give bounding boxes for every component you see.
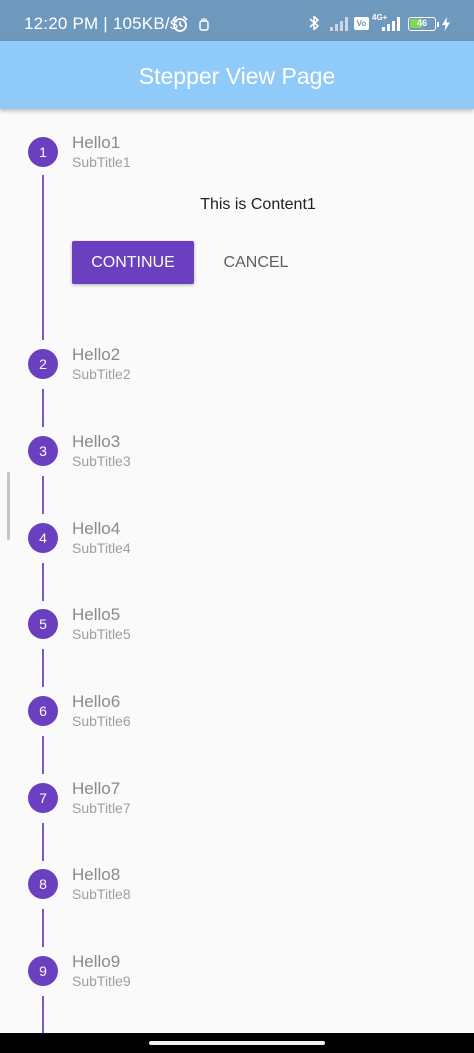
step-subtitle: SubTitle9 [72, 973, 131, 989]
step-connector-5 [42, 649, 44, 687]
step-number-badge: 4 [28, 523, 58, 553]
step-title: Hello5 [72, 605, 121, 624]
status-time-speed: 12:20 PM | 105KB/s [24, 14, 179, 33]
step-subtitle: SubTitle3 [72, 453, 131, 469]
cancel-button[interactable]: CANCEL [210, 241, 302, 284]
step-title: Hello4 [72, 519, 121, 538]
step-subtitle: SubTitle4 [72, 540, 131, 556]
step-number-badge: 1 [28, 137, 58, 167]
step-number-badge: 5 [28, 609, 58, 639]
step-subtitle: SubTitle8 [72, 886, 131, 902]
home-gesture-handle[interactable] [149, 1041, 325, 1045]
alarm-icon [172, 16, 188, 32]
step-connector-4 [42, 563, 44, 601]
step-number-badge: 2 [28, 349, 58, 379]
continue-button[interactable]: CONTINUE [72, 241, 194, 284]
step-connector-7 [42, 823, 44, 861]
signal-icon-secondary [330, 17, 348, 31]
step-title: Hello3 [72, 432, 121, 451]
step-connector-1 [42, 175, 44, 340]
step-number-badge: 9 [28, 956, 58, 986]
bluetooth-icon [309, 15, 319, 31]
step-number-badge: 6 [28, 696, 58, 726]
step-number-badge: 8 [28, 869, 58, 899]
step-subtitle: SubTitle6 [72, 713, 131, 729]
step-subtitle: SubTitle5 [72, 626, 131, 642]
step-connector-9 [42, 996, 44, 1033]
step-connector-3 [42, 476, 44, 514]
signal-icon [382, 17, 400, 31]
status-bar: 12:20 PM | 105KB/s Vo 4G+ 46 [0, 0, 474, 41]
app-bar: Stepper View Page [0, 41, 474, 109]
stepper: 1 Hello1 SubTitle1 This is Content1 CONT… [0, 109, 474, 1033]
page-title: Stepper View Page [138, 63, 336, 89]
notification-icon [199, 18, 209, 31]
charging-icon [442, 17, 450, 31]
step-subtitle: SubTitle7 [72, 800, 131, 816]
step-title: Hello8 [72, 865, 121, 884]
volte-badge: Vo [354, 17, 369, 30]
step-number-badge: 3 [28, 436, 58, 466]
step-number-badge: 7 [28, 783, 58, 813]
step-title: Hello1 [72, 133, 121, 152]
navigation-bar [0, 1033, 474, 1053]
step-subtitle: SubTitle2 [72, 366, 131, 382]
battery-level: 46 [416, 18, 427, 28]
step-title: Hello2 [72, 345, 121, 364]
step-title: Hello6 [72, 692, 121, 711]
battery-icon: 46 [408, 17, 436, 31]
step-title: Hello7 [72, 779, 121, 798]
step-content-text: This is Content1 [200, 196, 316, 213]
step-title: Hello9 [72, 952, 121, 971]
step-connector-8 [42, 909, 44, 947]
scrollbar[interactable] [7, 472, 10, 540]
step-connector-2 [42, 389, 44, 427]
step-connector-6 [42, 736, 44, 774]
battery-tip [437, 22, 439, 27]
step-subtitle: SubTitle1 [72, 154, 131, 170]
